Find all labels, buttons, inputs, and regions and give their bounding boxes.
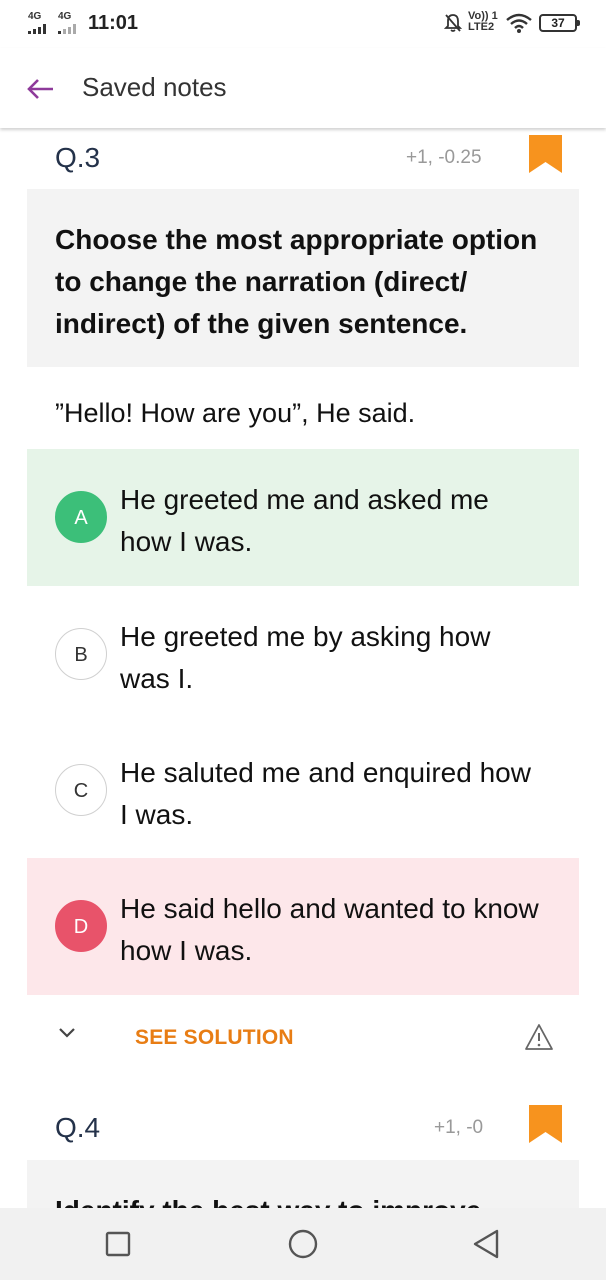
solution-row: SEE SOLUTION	[27, 1013, 579, 1063]
back-triangle-icon[interactable]	[469, 1226, 505, 1262]
status-bar: 4G 4G 11:01 Vo)) 1 LTE2 37	[0, 0, 606, 48]
network-type-1: 4G	[28, 11, 42, 22]
system-nav-bar	[0, 1208, 606, 1280]
question-number: Q.3	[55, 142, 101, 173]
option-c[interactable]: C He saluted me and enquired how I was.	[27, 722, 579, 859]
question-marks: +1, -0	[434, 1117, 484, 1138]
signal-icon: 4G	[58, 12, 82, 34]
chevron-down-icon[interactable]	[57, 1026, 77, 1040]
option-badge-a: A	[55, 491, 107, 543]
app-bar: Saved notes	[0, 48, 606, 128]
see-solution-button[interactable]: SEE SOLUTION	[135, 1026, 294, 1050]
notifications-off-icon	[444, 14, 462, 32]
question-text: Choose the most appropriate option to ch…	[55, 224, 538, 339]
volte-indicator: Vo)) 1 LTE2	[468, 11, 498, 33]
wifi-icon	[506, 13, 532, 33]
bookmark-icon[interactable]	[529, 1105, 562, 1143]
home-circle-icon[interactable]	[285, 1226, 321, 1262]
option-text: He greeted me and asked me how I was.	[120, 484, 489, 557]
option-a[interactable]: A He greeted me and asked me how I was.	[27, 449, 579, 586]
report-warning-icon[interactable]	[524, 1023, 554, 1051]
arrow-left-icon[interactable]	[26, 74, 56, 104]
network-type-2: 4G	[58, 11, 72, 22]
signal-icon: 4G	[28, 12, 52, 34]
lte-label: LTE2	[468, 21, 495, 33]
recents-square-icon[interactable]	[100, 1226, 136, 1262]
option-b[interactable]: B He greeted me by asking how was I.	[27, 586, 579, 723]
option-badge-b: B	[55, 628, 107, 680]
question-number: Q.4	[55, 1112, 101, 1143]
option-badge-c: C	[55, 764, 107, 816]
question-sentence: ”Hello! How are you”, He said.	[55, 398, 416, 428]
page-title: Saved notes	[82, 72, 227, 102]
option-text: He said hello and wanted to know how I w…	[120, 893, 539, 966]
question-marks: +1, -0.25	[406, 147, 482, 168]
battery-icon: 37	[539, 14, 580, 32]
bookmark-icon[interactable]	[529, 135, 562, 173]
option-d[interactable]: D He said hello and wanted to know how I…	[27, 858, 579, 995]
option-text: He saluted me and enquired how I was.	[120, 757, 531, 830]
question-card: Choose the most appropriate option to ch…	[27, 189, 579, 367]
option-badge-d: D	[55, 900, 107, 952]
status-clock: 11:01	[88, 12, 139, 34]
option-text: He greeted me by asking how was I.	[120, 621, 491, 694]
